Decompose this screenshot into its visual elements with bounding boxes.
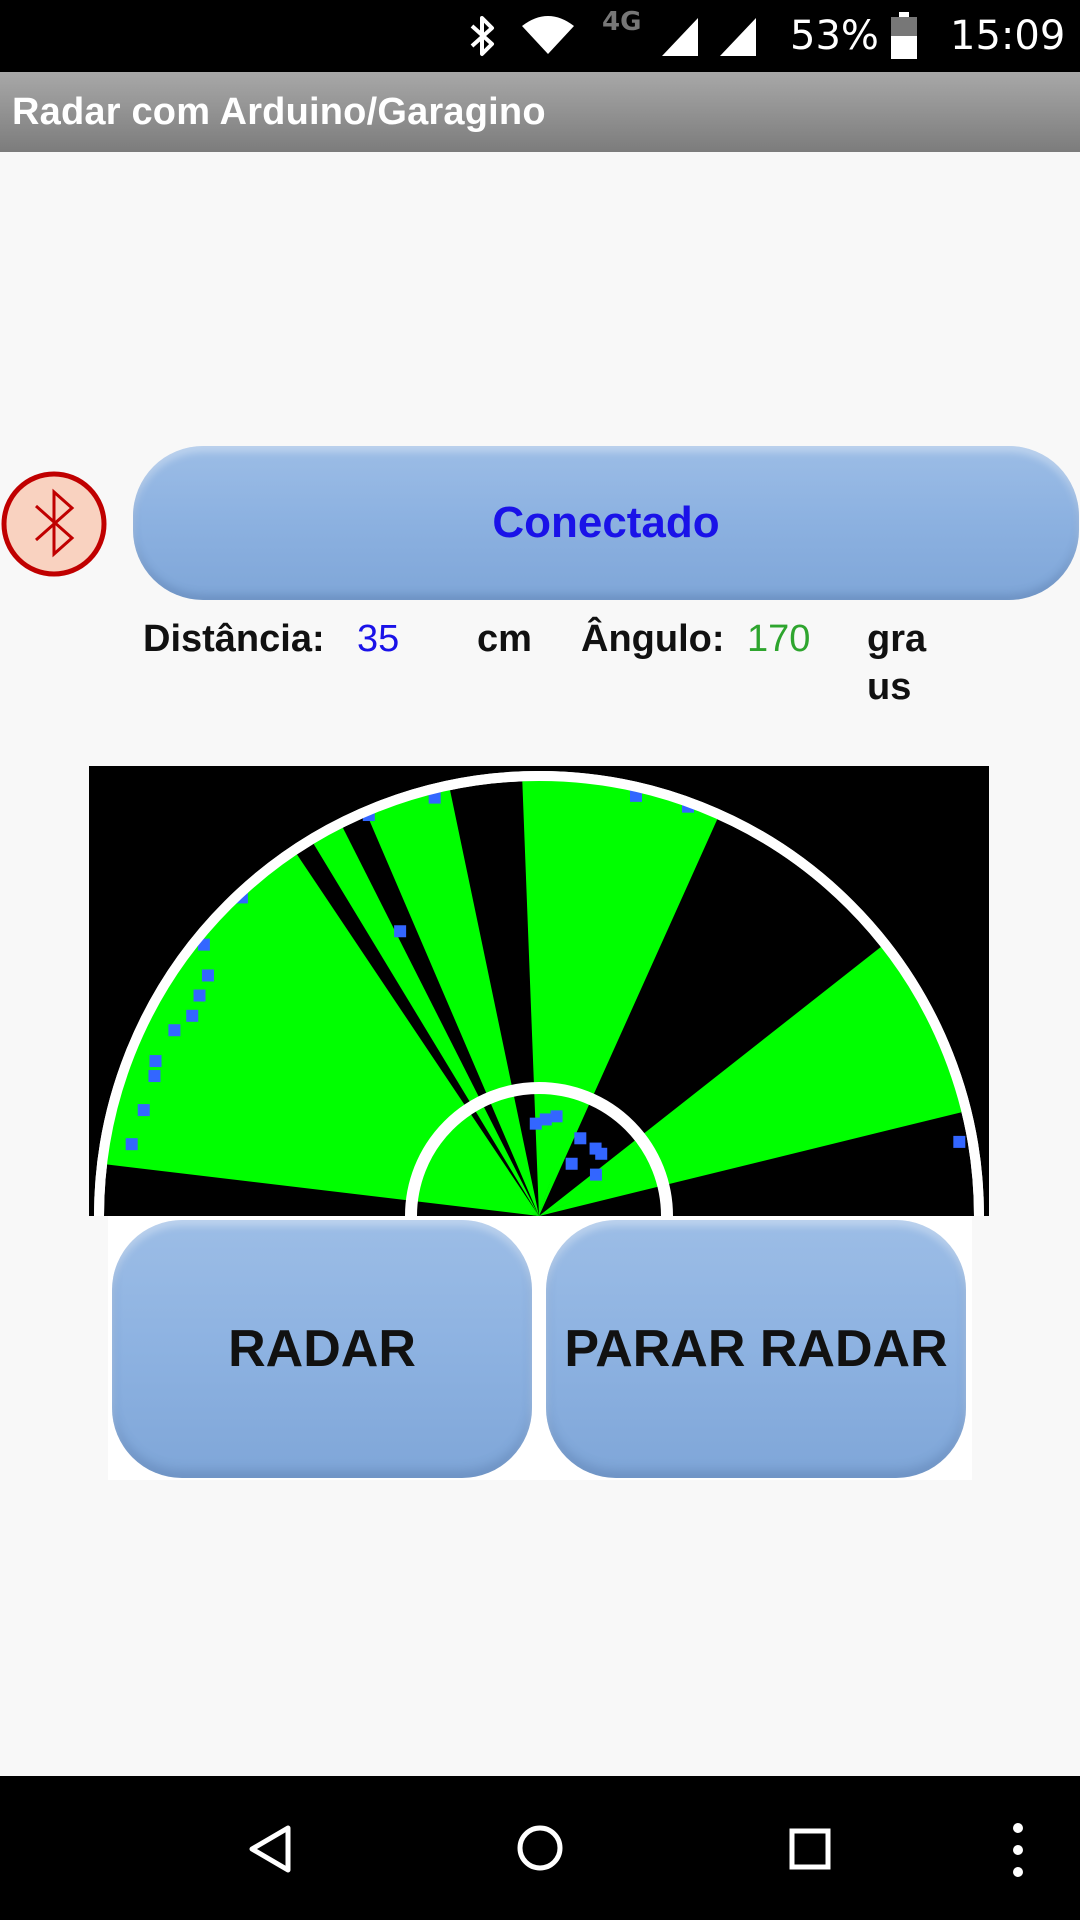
radar-button-label: RADAR: [228, 1320, 416, 1378]
radar-display: [89, 766, 989, 1216]
radar-blip: [193, 989, 206, 1002]
radar-blip: [149, 1055, 162, 1068]
recents-icon[interactable]: [789, 1828, 831, 1870]
back-icon[interactable]: [248, 1824, 292, 1874]
radar-blip: [125, 1138, 138, 1151]
radar-blip: [550, 1110, 563, 1123]
status-bar: 4G 53% 15:09: [0, 0, 1080, 72]
connection-status-button[interactable]: Conectado: [133, 446, 1079, 600]
overflow-menu-icon[interactable]: [1010, 1820, 1026, 1880]
app-title: Radar com Arduino/Garagino: [12, 91, 546, 133]
distance-unit: cm: [477, 618, 532, 660]
radar-canvas: [94, 771, 984, 1216]
bluetooth-icon[interactable]: [0, 470, 108, 578]
battery-percent: 53%: [790, 13, 879, 59]
home-icon[interactable]: [516, 1824, 564, 1872]
radar-blip: [595, 1147, 608, 1160]
navigation-bar: [0, 1776, 1080, 1920]
radar-blip: [565, 1157, 578, 1170]
radar-blip: [394, 925, 407, 938]
battery-icon: [890, 0, 918, 72]
connection-status-label: Conectado: [492, 498, 720, 547]
radar-blip: [953, 1135, 966, 1148]
stop-radar-button-label: PARAR RADAR: [564, 1320, 948, 1378]
app-title-bar: Radar com Arduino/Garagino: [0, 72, 1080, 152]
wifi-icon: [520, 0, 576, 72]
radar-blip: [168, 1024, 181, 1037]
bluetooth-icon: [468, 0, 498, 72]
clock: 15:09: [950, 13, 1066, 59]
radar-blip: [186, 1009, 199, 1022]
distance-label: Distância:: [143, 618, 325, 660]
radar-blip: [589, 1168, 602, 1181]
signal-icon: [660, 0, 700, 72]
angle-value: 170: [747, 618, 811, 660]
radar-blip: [137, 1104, 150, 1117]
distance-value: 35: [357, 618, 400, 660]
signal-icon: [718, 0, 758, 72]
stop-radar-button[interactable]: PARAR RADAR: [546, 1220, 966, 1478]
radar-blip: [201, 969, 214, 982]
network-type: 4G: [602, 7, 642, 37]
angle-unit-line1: gra: [867, 618, 927, 660]
radar-button[interactable]: RADAR: [112, 1220, 532, 1478]
angle-label: Ângulo:: [581, 618, 725, 660]
radar-blip: [539, 1113, 552, 1126]
angle-unit-line2: us: [867, 666, 912, 708]
radar-blip: [148, 1070, 161, 1083]
radar-blip: [574, 1132, 587, 1145]
